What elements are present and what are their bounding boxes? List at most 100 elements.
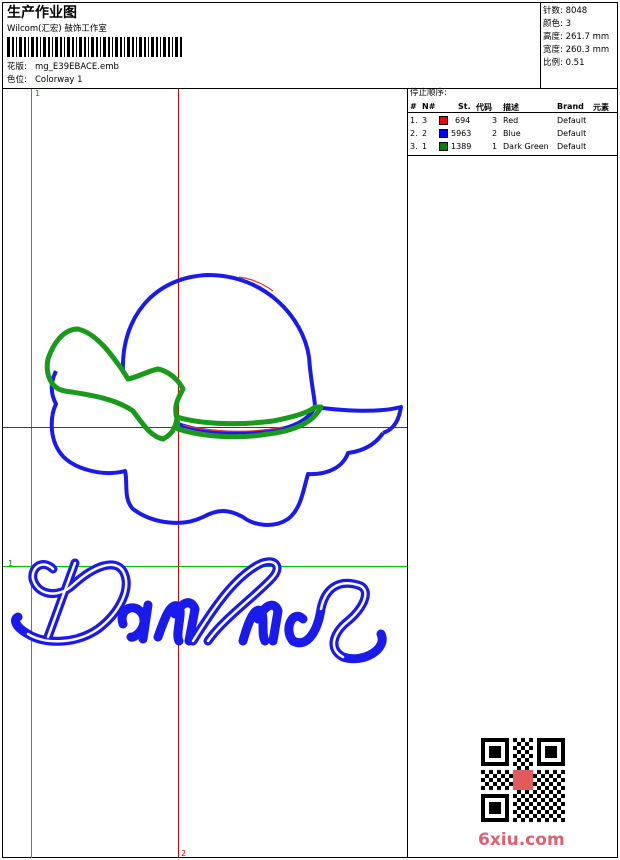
- qr-module: [529, 818, 533, 822]
- barcode-bar: [168, 37, 170, 57]
- qr-module: [513, 738, 517, 742]
- qr-module: [545, 794, 549, 798]
- qr-module: [505, 770, 509, 774]
- qr-module: [481, 786, 485, 790]
- qr-module: [529, 754, 533, 758]
- qr-module: [489, 786, 493, 790]
- qr-module: [525, 766, 529, 770]
- qr-module: [517, 798, 521, 802]
- qr-module: [537, 810, 541, 814]
- qr-module: [521, 754, 525, 758]
- qr-module: [533, 774, 537, 778]
- barcode-bar: [72, 37, 74, 57]
- qr-module: [497, 778, 501, 782]
- col-header-needle: N#: [422, 102, 436, 111]
- qr-module: [537, 778, 541, 782]
- qr-module: [541, 814, 545, 818]
- barcode-bar: [12, 37, 14, 57]
- qr-module: [557, 798, 561, 802]
- qr-module: [493, 782, 497, 786]
- qr-module: [541, 782, 545, 786]
- qr-module: [545, 770, 549, 774]
- stats-divider: [540, 2, 541, 88]
- qr-module: [529, 738, 533, 742]
- qr-module: [549, 806, 553, 810]
- row-index: 2.: [410, 129, 418, 138]
- qr-module: [513, 818, 517, 822]
- barcode-bar: [67, 37, 70, 57]
- qr-module: [505, 786, 509, 790]
- qr-module: [561, 818, 565, 822]
- row-stitches: 5963: [451, 129, 472, 138]
- qr-module: [541, 798, 545, 802]
- stop-row: 2. 2 5963 2 Blue Default: [408, 129, 618, 141]
- qr-finder: [489, 746, 501, 758]
- qr-module: [533, 814, 537, 818]
- barcode-bar: [96, 37, 98, 57]
- qr-module: [513, 794, 517, 798]
- stops-bottom-rule: [407, 155, 618, 156]
- qr-module: [537, 794, 541, 798]
- barcode-bar: [64, 37, 65, 57]
- qr-module: [553, 770, 557, 774]
- qr-module: [557, 814, 561, 818]
- qr-module: [521, 746, 525, 750]
- qr-module: [561, 770, 565, 774]
- row-brand: Default: [557, 116, 587, 125]
- barcode-bar: [43, 37, 46, 57]
- barcode-bar: [52, 37, 53, 57]
- row-code: 1: [492, 142, 498, 151]
- design-filename: mg_E39EBACE.emb: [35, 62, 119, 72]
- barcode-bar: [7, 37, 10, 57]
- qr-module: [537, 818, 541, 822]
- watermark-logo: 6xiu.com: [478, 830, 565, 850]
- col-header-stitches: St.: [458, 102, 471, 111]
- qr-module: [529, 762, 533, 766]
- barcode: [7, 37, 182, 57]
- company-name: Wilcom(汇宏) 鼓饰工作室: [7, 24, 107, 34]
- qr-module: [525, 798, 529, 802]
- qr-module: [553, 802, 557, 806]
- stat-width: 宽度: 260.3 mm: [543, 45, 610, 55]
- barcode-bar: [163, 37, 166, 57]
- qr-module: [493, 774, 497, 778]
- row-needle: 2: [422, 129, 428, 138]
- qr-module: [513, 810, 517, 814]
- qr-module: [561, 794, 565, 798]
- cap-accent: [182, 276, 284, 432]
- barcode-bar: [148, 37, 149, 57]
- qr-module: [517, 750, 521, 754]
- row-description: Blue: [503, 129, 521, 138]
- barcode-bar: [103, 37, 106, 57]
- barcode-bar: [100, 37, 101, 57]
- qr-module: [545, 818, 549, 822]
- qr-module: [553, 778, 557, 782]
- barcode-bar: [31, 37, 34, 57]
- row-stitches: 1389: [451, 142, 472, 151]
- stop-row: 1. 3 694 3 Red Default: [408, 116, 618, 128]
- barcode-bar: [115, 37, 118, 57]
- barcode-bar: [48, 37, 50, 57]
- barcode-bar: [180, 37, 182, 57]
- qr-module: [521, 738, 525, 742]
- color-swatch: [439, 129, 448, 138]
- qr-module: [533, 806, 537, 810]
- row-brand: Default: [557, 142, 587, 151]
- qr-module: [525, 758, 529, 762]
- embroidery-design: [11, 273, 403, 664]
- barcode-bar: [132, 37, 134, 57]
- col-header-brand: Brand: [557, 102, 584, 111]
- qr-module: [485, 774, 489, 778]
- qr-module: [525, 814, 529, 818]
- row-needle: 3: [422, 116, 428, 125]
- row-needle: 1: [422, 142, 428, 151]
- barcode-bar: [19, 37, 22, 57]
- barcode-bar: [60, 37, 62, 57]
- qr-module: [489, 778, 493, 782]
- qr-module: [541, 774, 545, 778]
- row-index: 3.: [410, 142, 418, 151]
- qr-module: [529, 746, 533, 750]
- barcode-bar: [55, 37, 58, 57]
- qr-module: [521, 762, 525, 766]
- qr-module: [529, 802, 533, 806]
